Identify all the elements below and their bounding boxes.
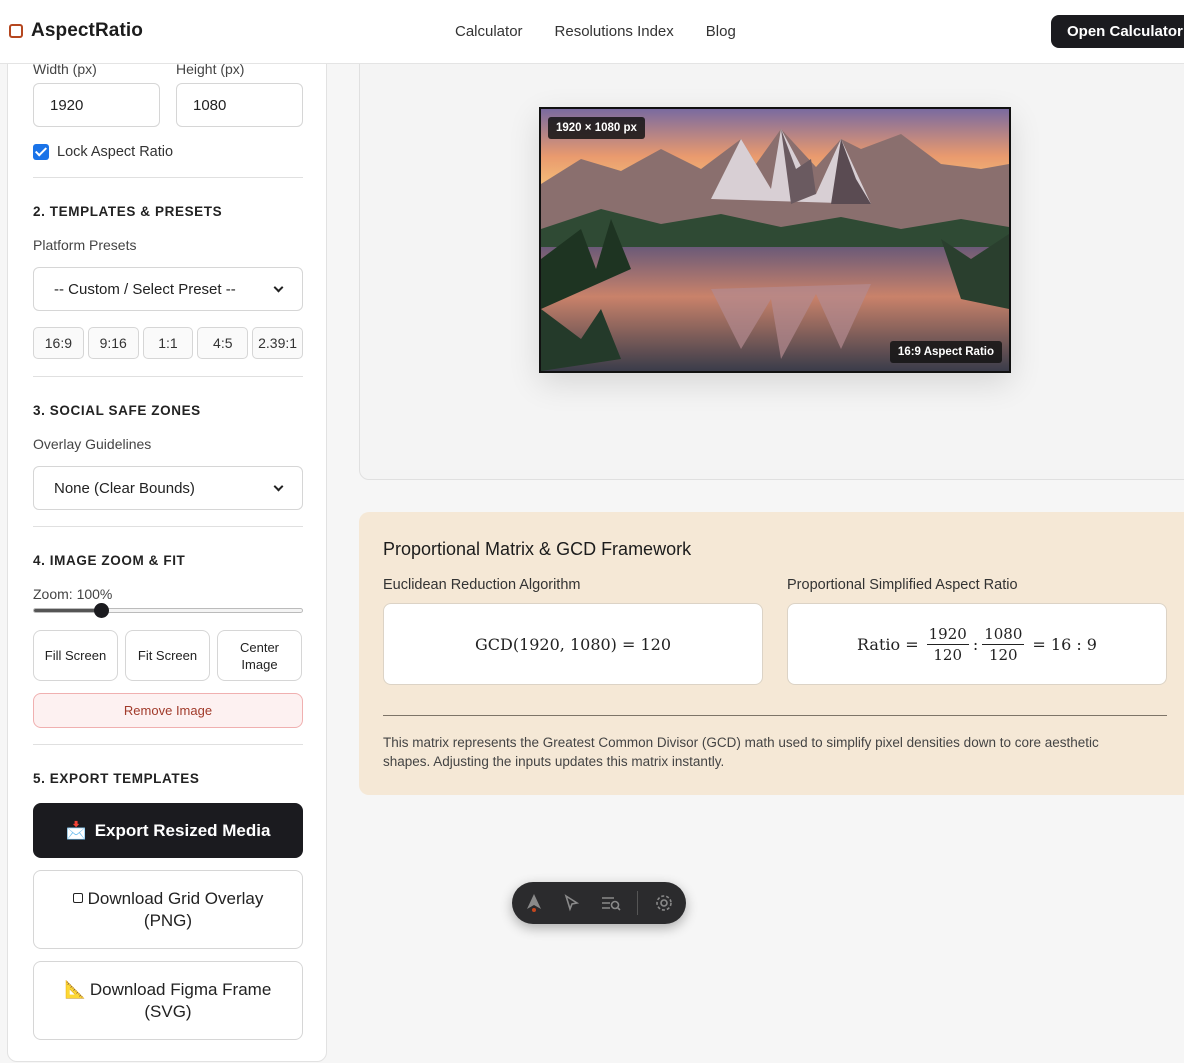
lock-aspect-label: Lock Aspect Ratio [57, 144, 174, 160]
zoom-buttons: Fill Screen Fit Screen Center Image [33, 630, 303, 681]
ratio-chip-9-16[interactable]: 9:16 [87, 327, 139, 359]
ratio-chip-2-39-1[interactable]: 2.39:1 [252, 327, 303, 359]
divider [33, 177, 303, 178]
ratio-chip-4-5[interactable]: 4:5 [197, 327, 249, 359]
aspect-ratio-badge: 16:9 Aspect Ratio [889, 341, 1002, 363]
height-numerator: 1080 [982, 624, 1025, 645]
overlay-guidelines-select[interactable]: None (Clear Bounds) [33, 466, 303, 510]
settings-sidebar[interactable]: Width (px) Height (px) 1920 1080 Lock As… [7, 52, 327, 1062]
matrix-title: Proportional Matrix & GCD Framework [383, 539, 692, 559]
ratio-chips: 16:9 9:16 1:1 4:5 2.39:1 [33, 327, 303, 359]
brand[interactable]: AspectRatio [9, 20, 143, 42]
remove-image-button[interactable]: Remove Image [33, 693, 303, 728]
floating-toolbar [512, 882, 686, 924]
cursor-icon[interactable] [560, 890, 584, 916]
fit-screen-button[interactable]: Fit Screen [125, 630, 210, 681]
height-input[interactable]: 1080 [176, 83, 303, 127]
platform-presets-value: -- Custom / Select Preset -- [54, 280, 236, 298]
nav-calculator[interactable]: Calculator [455, 23, 523, 40]
width-fraction: 1920 120 [926, 624, 969, 665]
nav-links: Calculator Resolutions Index Blog [455, 23, 736, 40]
zoom-label: Zoom: 100% [33, 586, 113, 602]
width-denominator: 120 [933, 645, 963, 664]
export-title: 5. EXPORT TEMPLATES [33, 771, 200, 786]
platform-presets-select[interactable]: -- Custom / Select Preset -- [33, 267, 303, 311]
gcd-expression-box: GCD(1920, 1080) = 120 [383, 603, 763, 685]
ratio-chip-16-9[interactable]: 16:9 [33, 327, 84, 359]
audit-icon[interactable] [599, 890, 623, 916]
width-numerator: 1920 [926, 624, 969, 645]
height-denominator: 120 [988, 645, 1018, 664]
inbox-icon: 📩 [65, 820, 87, 840]
lock-aspect-checkbox[interactable] [33, 144, 49, 160]
height-fraction: 1080 120 [982, 624, 1025, 665]
templates-title: 2. TEMPLATES & PRESETS [33, 204, 223, 219]
preview-image[interactable]: 1920 × 1080 px 16:9 Aspect Ratio [539, 107, 1011, 373]
download-grid-overlay-button[interactable]: Download Grid Overlay (PNG) [33, 870, 303, 949]
brand-logo-icon [9, 24, 23, 38]
page: AspectRatio Calculator Resolutions Index… [0, 0, 1184, 1063]
safe-zones-title: 3. SOCIAL SAFE ZONES [33, 403, 201, 418]
top-nav: AspectRatio Calculator Resolutions Index… [0, 0, 1184, 64]
export-resized-media-label: Export Resized Media [94, 820, 271, 840]
square-icon [72, 892, 83, 903]
nav-resolutions-index[interactable]: Resolutions Index [555, 23, 674, 40]
export-resized-media-button[interactable]: 📩 Export Resized Media [33, 803, 303, 858]
fill-screen-button[interactable]: Fill Screen [33, 630, 118, 681]
ratio-label: Proportional Simplified Aspect Ratio [787, 577, 1018, 593]
overlay-guidelines-value: None (Clear Bounds) [54, 479, 195, 497]
ratio-expression-box: Ratio = 1920 120 : 1080 120 = 16 : 9 [787, 603, 1167, 685]
download-figma-frame-label: Download Figma Frame (SVG) [89, 979, 272, 1021]
download-figma-frame-button[interactable]: 📐 Download Figma Frame (SVG) [33, 961, 303, 1040]
width-input[interactable]: 1920 [33, 83, 160, 127]
divider [33, 744, 303, 745]
mountain-lake-image [541, 109, 1009, 371]
platform-presets-label: Platform Presets [33, 237, 137, 253]
astro-icon[interactable] [522, 890, 546, 916]
gear-icon[interactable] [652, 890, 676, 916]
zoom-slider-fill [34, 609, 101, 612]
zoom-slider[interactable] [33, 603, 303, 618]
nav-blog[interactable]: Blog [706, 23, 736, 40]
zoom-title: 4. IMAGE ZOOM & FIT [33, 553, 186, 568]
divider [383, 715, 1167, 716]
download-grid-overlay-label: Download Grid Overlay (PNG) [87, 888, 264, 930]
divider [33, 526, 303, 527]
dimension-badge: 1920 × 1080 px [548, 117, 645, 139]
gcd-matrix-card: Proportional Matrix & GCD Framework Eucl… [359, 512, 1184, 795]
chevron-down-icon [273, 282, 284, 292]
ratio-word: Ratio = [857, 634, 919, 654]
divider [33, 376, 303, 377]
gcd-expression: GCD(1920, 1080) = 120 [474, 634, 672, 654]
brand-name: AspectRatio [31, 20, 143, 41]
ratio-result: = 16 : 9 [1032, 634, 1097, 654]
center-image-button[interactable]: Center Image [217, 630, 302, 681]
overlay-guidelines-label: Overlay Guidelines [33, 436, 152, 452]
toolbar-separator [636, 891, 638, 915]
open-calculator-button[interactable]: Open Calculator [1051, 15, 1184, 48]
matrix-note: This matrix represents the Greatest Comm… [383, 735, 1099, 769]
zoom-slider-thumb[interactable] [94, 603, 109, 618]
gcd-label: Euclidean Reduction Algorithm [383, 577, 581, 593]
ratio-colon: : [972, 634, 979, 654]
triangular-ruler-icon: 📐 [64, 979, 86, 999]
chevron-down-icon [273, 481, 284, 491]
ratio-chip-1-1[interactable]: 1:1 [142, 327, 194, 359]
lock-aspect-row[interactable]: Lock Aspect Ratio [33, 144, 303, 160]
